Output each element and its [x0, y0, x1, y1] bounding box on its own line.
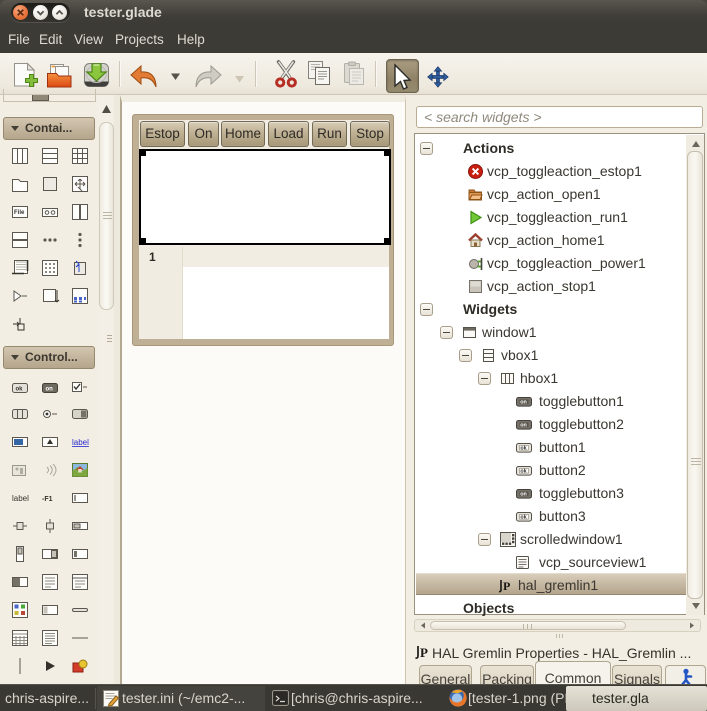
svg-text:ok: ok — [16, 387, 24, 393]
svg-text:on: on — [520, 423, 527, 429]
svg-text:on: on — [46, 387, 54, 393]
svg-text:P: P — [503, 579, 510, 593]
svg-text:on: on — [520, 400, 527, 406]
svg-text:ok: ok — [520, 469, 526, 475]
svg-text:File: File — [14, 210, 25, 216]
svg-text:ok: ok — [520, 446, 526, 452]
svg-text:label: label — [72, 438, 89, 447]
svg-text:on: on — [520, 492, 527, 498]
svg-text:P: P — [420, 645, 428, 660]
svg-text:-F1: -F1 — [42, 496, 53, 503]
svg-text:label: label — [12, 494, 29, 503]
svg-text:ok: ok — [520, 515, 526, 521]
